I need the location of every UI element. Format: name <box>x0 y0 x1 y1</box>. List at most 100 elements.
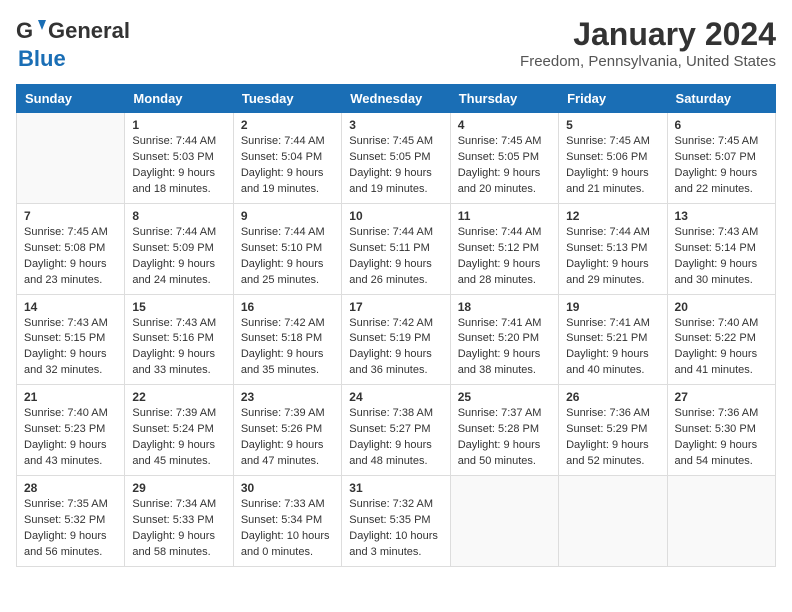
month-title: January 2024 <box>520 16 776 53</box>
day-number: 6 <box>675 118 768 132</box>
day-info: Sunrise: 7:33 AM Sunset: 5:34 PM Dayligh… <box>241 497 334 561</box>
day-info: Sunrise: 7:45 AM Sunset: 5:05 PM Dayligh… <box>349 134 442 198</box>
day-info: Sunrise: 7:43 AM Sunset: 5:16 PM Dayligh… <box>132 316 225 380</box>
day-number: 24 <box>349 390 442 404</box>
calendar-cell: 4 Sunrise: 7:45 AM Sunset: 5:05 PM Daylig… <box>450 113 558 204</box>
day-number: 1 <box>132 118 225 132</box>
day-number: 5 <box>566 118 659 132</box>
day-number: 10 <box>349 209 442 223</box>
calendar-cell: 21Sunrise: 7:40 AM Sunset: 5:23 PM Dayli… <box>17 385 125 476</box>
day-info: Sunrise: 7:43 AM Sunset: 5:15 PM Dayligh… <box>24 316 117 380</box>
day-number: 2 <box>241 118 334 132</box>
day-info: Sunrise: 7:40 AM Sunset: 5:22 PM Dayligh… <box>675 316 768 380</box>
weekday-header: Thursday <box>450 85 558 113</box>
calendar-cell: 1 Sunrise: 7:44 AM Sunset: 5:03 PM Daylig… <box>125 113 233 204</box>
weekday-header: Wednesday <box>342 85 450 113</box>
day-info: Sunrise: 7:45 AM Sunset: 5:08 PM Dayligh… <box>24 225 117 289</box>
calendar-cell: 18 Sunrise: 7:41 AM Sunset: 5:20 PM Dayli… <box>450 294 558 385</box>
day-number: 14 <box>24 300 117 314</box>
calendar-cell: 5Sunrise: 7:45 AM Sunset: 5:06 PM Daylig… <box>559 113 667 204</box>
day-number: 23 <box>241 390 334 404</box>
day-info: Sunrise: 7:36 AM Sunset: 5:30 PM Dayligh… <box>675 406 768 470</box>
day-number: 7 <box>24 209 117 223</box>
calendar-cell: 7 Sunrise: 7:45 AM Sunset: 5:08 PM Daylig… <box>17 203 125 294</box>
calendar-cell: 11Sunrise: 7:44 AM Sunset: 5:12 PM Dayli… <box>450 203 558 294</box>
calendar-cell: 13 Sunrise: 7:43 AM Sunset: 5:14 PM Dayli… <box>667 203 775 294</box>
day-number: 19 <box>566 300 659 314</box>
day-info: Sunrise: 7:41 AM Sunset: 5:20 PM Dayligh… <box>458 316 551 380</box>
day-number: 12 <box>566 209 659 223</box>
day-number: 31 <box>349 481 442 495</box>
calendar-cell: 19Sunrise: 7:41 AM Sunset: 5:21 PM Dayli… <box>559 294 667 385</box>
day-info: Sunrise: 7:44 AM Sunset: 5:11 PM Dayligh… <box>349 225 442 289</box>
day-number: 13 <box>675 209 768 223</box>
calendar-cell <box>559 476 667 567</box>
day-info: Sunrise: 7:40 AM Sunset: 5:23 PM Dayligh… <box>24 406 117 470</box>
day-number: 30 <box>241 481 334 495</box>
weekday-header: Friday <box>559 85 667 113</box>
day-info: Sunrise: 7:44 AM Sunset: 5:03 PM Dayligh… <box>132 134 225 198</box>
calendar-cell: 22 Sunrise: 7:39 AM Sunset: 5:24 PM Dayli… <box>125 385 233 476</box>
day-number: 22 <box>132 390 225 404</box>
weekday-header-row: SundayMondayTuesdayWednesdayThursdayFrid… <box>17 85 776 113</box>
location-subtitle: Freedom, Pennsylvania, United States <box>520 53 776 70</box>
calendar-cell: 29 Sunrise: 7:34 AM Sunset: 5:33 PM Dayli… <box>125 476 233 567</box>
day-info: Sunrise: 7:44 AM Sunset: 5:10 PM Dayligh… <box>241 225 334 289</box>
logo-icon: G <box>16 16 46 46</box>
day-number: 8 <box>132 209 225 223</box>
day-number: 3 <box>349 118 442 132</box>
day-info: Sunrise: 7:44 AM Sunset: 5:04 PM Dayligh… <box>241 134 334 198</box>
day-info: Sunrise: 7:32 AM Sunset: 5:35 PM Dayligh… <box>349 497 442 561</box>
logo: G General Blue <box>16 16 130 72</box>
day-info: Sunrise: 7:35 AM Sunset: 5:32 PM Dayligh… <box>24 497 117 561</box>
calendar-week-row: 28 Sunrise: 7:35 AM Sunset: 5:32 PM Dayli… <box>17 476 776 567</box>
logo-blue: Blue <box>18 46 66 72</box>
day-info: Sunrise: 7:39 AM Sunset: 5:24 PM Dayligh… <box>132 406 225 470</box>
day-number: 29 <box>132 481 225 495</box>
weekday-header: Saturday <box>667 85 775 113</box>
weekday-header: Tuesday <box>233 85 341 113</box>
calendar-week-row: 1 Sunrise: 7:44 AM Sunset: 5:03 PM Daylig… <box>17 113 776 204</box>
calendar-cell: 27 Sunrise: 7:36 AM Sunset: 5:30 PM Dayli… <box>667 385 775 476</box>
day-number: 28 <box>24 481 117 495</box>
day-number: 18 <box>458 300 551 314</box>
calendar-cell: 6Sunrise: 7:45 AM Sunset: 5:07 PM Daylig… <box>667 113 775 204</box>
calendar-cell <box>667 476 775 567</box>
day-info: Sunrise: 7:42 AM Sunset: 5:19 PM Dayligh… <box>349 316 442 380</box>
day-number: 25 <box>458 390 551 404</box>
day-number: 4 <box>458 118 551 132</box>
calendar-cell: 2 Sunrise: 7:44 AM Sunset: 5:04 PM Daylig… <box>233 113 341 204</box>
day-info: Sunrise: 7:45 AM Sunset: 5:05 PM Dayligh… <box>458 134 551 198</box>
calendar-cell: 3 Sunrise: 7:45 AM Sunset: 5:05 PM Daylig… <box>342 113 450 204</box>
day-info: Sunrise: 7:44 AM Sunset: 5:09 PM Dayligh… <box>132 225 225 289</box>
calendar-cell: 16Sunrise: 7:42 AM Sunset: 5:18 PM Dayli… <box>233 294 341 385</box>
day-info: Sunrise: 7:34 AM Sunset: 5:33 PM Dayligh… <box>132 497 225 561</box>
day-number: 26 <box>566 390 659 404</box>
logo-general: General <box>48 18 130 44</box>
calendar-cell: 25Sunrise: 7:37 AM Sunset: 5:28 PM Dayli… <box>450 385 558 476</box>
svg-text:G: G <box>16 18 33 43</box>
day-number: 9 <box>241 209 334 223</box>
day-info: Sunrise: 7:44 AM Sunset: 5:12 PM Dayligh… <box>458 225 551 289</box>
day-number: 16 <box>241 300 334 314</box>
day-number: 27 <box>675 390 768 404</box>
calendar-cell: 8 Sunrise: 7:44 AM Sunset: 5:09 PM Daylig… <box>125 203 233 294</box>
day-number: 17 <box>349 300 442 314</box>
day-info: Sunrise: 7:38 AM Sunset: 5:27 PM Dayligh… <box>349 406 442 470</box>
calendar-cell: 31 Sunrise: 7:32 AM Sunset: 5:35 PM Dayli… <box>342 476 450 567</box>
calendar-cell: 14 Sunrise: 7:43 AM Sunset: 5:15 PM Dayli… <box>17 294 125 385</box>
calendar-cell: 28 Sunrise: 7:35 AM Sunset: 5:32 PM Dayli… <box>17 476 125 567</box>
calendar-cell: 30 Sunrise: 7:33 AM Sunset: 5:34 PM Dayli… <box>233 476 341 567</box>
day-info: Sunrise: 7:36 AM Sunset: 5:29 PM Dayligh… <box>566 406 659 470</box>
calendar-cell <box>450 476 558 567</box>
calendar-cell: 12Sunrise: 7:44 AM Sunset: 5:13 PM Dayli… <box>559 203 667 294</box>
calendar-cell: 17 Sunrise: 7:42 AM Sunset: 5:19 PM Dayli… <box>342 294 450 385</box>
calendar-cell: 15Sunrise: 7:43 AM Sunset: 5:16 PM Dayli… <box>125 294 233 385</box>
calendar-cell: 23Sunrise: 7:39 AM Sunset: 5:26 PM Dayli… <box>233 385 341 476</box>
calendar-table: SundayMondayTuesdayWednesdayThursdayFrid… <box>16 84 776 567</box>
day-info: Sunrise: 7:43 AM Sunset: 5:14 PM Dayligh… <box>675 225 768 289</box>
calendar-cell: 20Sunrise: 7:40 AM Sunset: 5:22 PM Dayli… <box>667 294 775 385</box>
weekday-header: Monday <box>125 85 233 113</box>
calendar-week-row: 21Sunrise: 7:40 AM Sunset: 5:23 PM Dayli… <box>17 385 776 476</box>
weekday-header: Sunday <box>17 85 125 113</box>
